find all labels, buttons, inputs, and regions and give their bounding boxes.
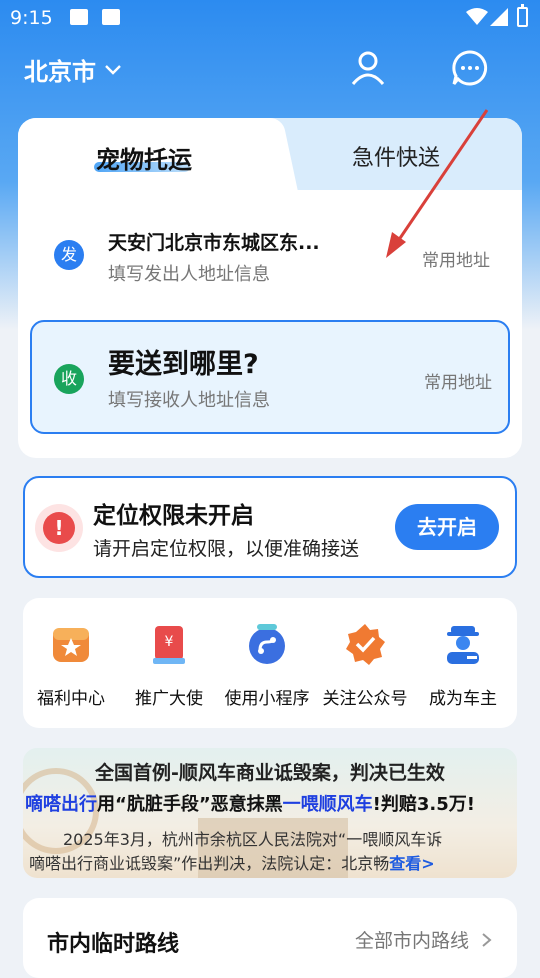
quick-actions-panel: 福利中心 ¥ 推广大使 使用小程序 关注公众号 成为车主 [23,598,517,728]
news-body-line-2: 嘀嗒出行商业诋毁案”作出判决，法院认定：北京畅查看> [29,854,435,873]
chevron-right-icon [482,933,492,947]
quick-action-label: 福利中心 [37,689,105,709]
receiver-common-address-link[interactable]: 常用地址 [424,368,492,393]
tab-express-delivery[interactable]: 急件快送 [352,140,440,172]
order-card: 宠物托运 急件快送 发 天安门北京市东城区东... 填写发出人地址信息 常用地址… [18,118,522,458]
receiver-prompt[interactable]: 要送到哪里? [108,342,259,381]
news-subheadline: 嘀嗒出行用“肮脏手段”恶意抹黑一喂顺风车!判赔3.5万! [25,794,475,815]
city-route-title: 市内临时路线 [47,932,180,957]
sender-common-address-link[interactable]: 常用地址 [422,246,490,271]
city-label: 北京市 [24,58,96,86]
user-profile-icon[interactable] [348,48,388,88]
receiver-hint: 填写接收人地址信息 [108,390,270,411]
warning-icon: ! [35,504,83,552]
tab-pet-transport-label[interactable]: 宠物托运 [96,140,192,175]
all-city-routes-link[interactable]: 全部市内路线 [355,926,493,953]
status-bar: 9:15 [0,0,540,36]
news-headline: 全国首例-顺风车商业诋毁案，判决已生效 [95,762,445,784]
driver-icon [447,626,479,664]
receiver-badge: 收 [54,364,84,394]
quick-action-promoter[interactable]: ¥ 推广大使 [121,622,217,709]
sender-badge: 发 [54,240,84,270]
quick-action-welfare-center[interactable]: 福利中心 [23,622,119,709]
sender-hint: 填写发出人地址信息 [108,264,270,285]
news-view-more-link[interactable]: 查看> [389,854,434,873]
quick-action-mini-program[interactable]: 使用小程序 [219,622,315,709]
wifi-icon [466,8,488,25]
quick-action-label: 关注公众号 [322,689,408,709]
city-route-section: 市内临时路线 全部市内路线 [23,898,517,978]
quick-action-label: 推广大使 [135,689,203,709]
quick-action-label: 成为车主 [429,689,497,709]
enable-location-button[interactable]: 去开启 [395,504,499,550]
quick-action-follow-account[interactable]: 关注公众号 [317,622,413,709]
app-notification-icon [102,9,120,25]
receiver-address-row[interactable]: 收 要送到哪里? 填写接收人地址信息 常用地址 [30,320,510,434]
news-banner[interactable]: 全国首例-顺风车商业诋毁案，判决已生效 嘀嗒出行用“肮脏手段”恶意抹黑一喂顺风车… [23,748,517,878]
location-permission-card: ! 定位权限未开启 请开启定位权限，以便准确接送 去开启 [23,476,517,578]
battery-icon [517,4,528,27]
sender-address-row[interactable]: 发 天安门北京市东城区东... 填写发出人地址信息 常用地址 [36,218,506,298]
location-notice-title: 定位权限未开启 [93,503,254,529]
signal-icon [490,8,508,26]
chat-message-icon[interactable] [450,48,490,88]
location-notice-subtitle: 请开启定位权限，以便准确接送 [93,538,360,560]
svg-text:¥: ¥ [165,634,174,650]
gallery-icon [70,9,88,25]
news-body-line-1: 2025年3月，杭州市余杭区人民法院对“一喂顺风车诉 [63,830,443,849]
quick-action-become-driver[interactable]: 成为车主 [415,622,511,709]
service-tabs: 宠物托运 急件快送 [18,118,522,190]
city-selector[interactable]: 北京市 [24,52,122,87]
status-time: 9:15 [10,7,53,29]
sender-address[interactable]: 天安门北京市东城区东... [108,228,320,255]
gift-icon [53,628,89,662]
promo-icon: ¥ [153,626,185,664]
chevron-down-icon [105,64,121,75]
follow-badge-icon [346,624,385,665]
mini-program-icon [249,624,285,664]
quick-action-label: 使用小程序 [224,689,310,709]
